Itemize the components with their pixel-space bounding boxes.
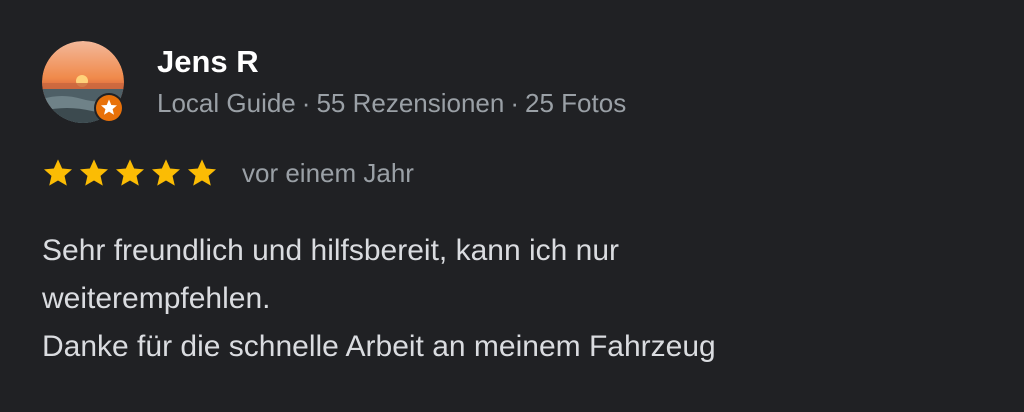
local-guide-badge-icon <box>94 93 124 123</box>
star-icon <box>116 159 144 186</box>
star-icon <box>152 159 180 186</box>
review-card: Jens R Local Guide · 55 Rezensionen · 25 Fot… <box>0 0 1024 412</box>
review-text-line: weiterempfehlen. <box>42 282 271 315</box>
star-icon <box>188 159 216 186</box>
review-date: vor einem Jahr <box>242 157 414 188</box>
review-text-line: Sehr freundlich und hilfsbereit, kann ic… <box>42 234 620 267</box>
meta-separator: · <box>510 88 520 118</box>
star-rating <box>42 157 218 189</box>
rating-row: vor einem Jahr <box>42 155 414 191</box>
review-text-line: Danke für die schnelle Arbeit an meinem … <box>42 330 716 363</box>
star-icon <box>80 159 108 186</box>
reviewer-meta: Local Guide · 55 Rezensionen · 25 Fotos <box>157 86 626 120</box>
reviewer-photo-count: 25 Fotos <box>525 88 627 118</box>
reviewer-review-count: 55 Rezensionen <box>316 88 505 118</box>
reviewer-avatar-button[interactable] <box>42 41 126 125</box>
meta-separator: · <box>301 88 311 118</box>
reviewer-name[interactable]: Jens R <box>157 42 259 82</box>
review-text: Sehr freundlich und hilfsbereit, kann ic… <box>42 227 942 371</box>
star-icon <box>44 159 72 186</box>
reviewer-role: Local Guide <box>157 88 296 118</box>
